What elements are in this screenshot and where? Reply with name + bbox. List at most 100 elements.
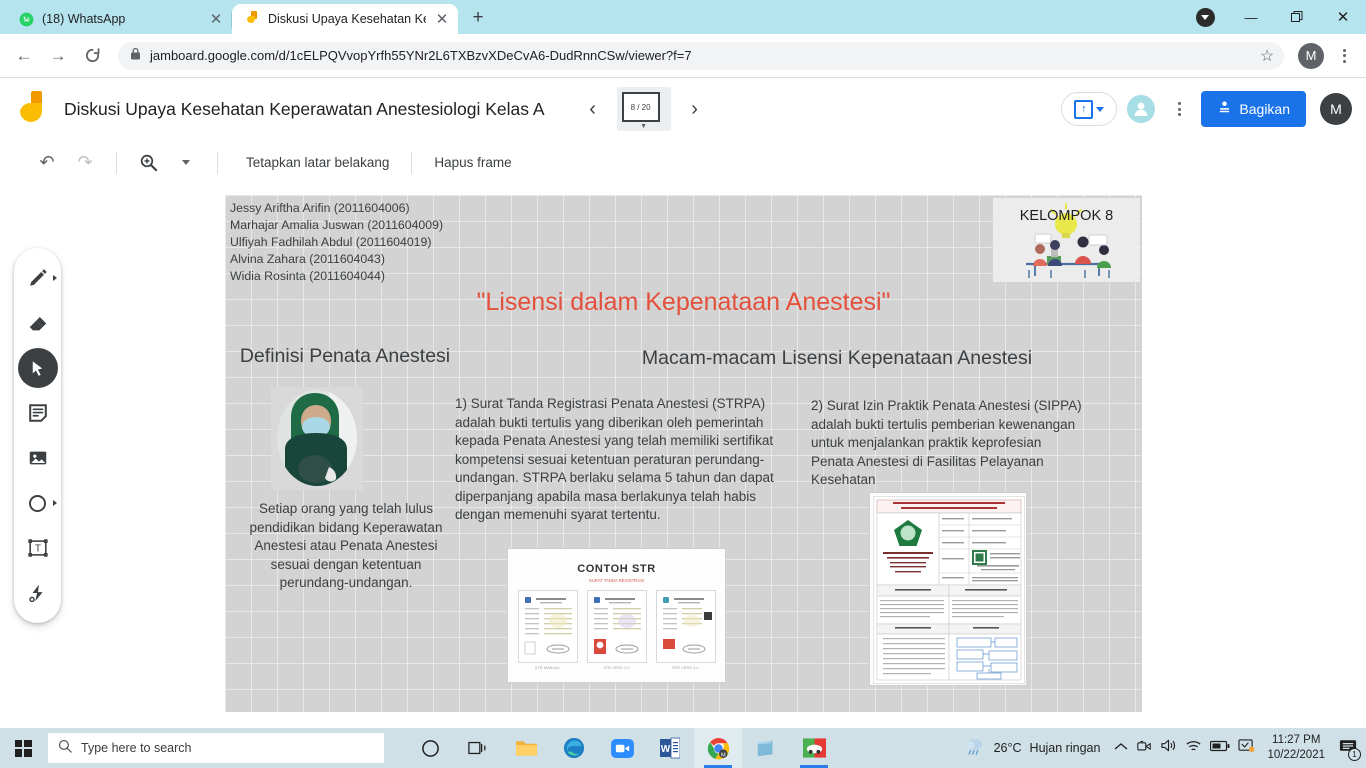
license-item-2: 2) Surat Izin Praktik Penata Anestesi (S… — [811, 398, 1082, 487]
clear-frame-button[interactable]: Hapus frame — [420, 155, 525, 170]
present-button[interactable]: ↑ — [1061, 92, 1118, 126]
clock[interactable]: 11:27 PM 10/22/2021 — [1267, 733, 1325, 763]
bookmark-star-icon[interactable]: ☆ — [1256, 45, 1278, 67]
account-avatar[interactable]: M — [1320, 93, 1352, 125]
chevron-up-icon[interactable] — [1114, 739, 1128, 757]
file-explorer-icon[interactable] — [502, 728, 550, 768]
close-window-button[interactable]: ✕ — [1320, 0, 1366, 34]
chevron-down-icon[interactable]: ▼ — [640, 123, 647, 130]
group-badge-image[interactable]: KELOMPOK 8 — [993, 198, 1140, 282]
frame-navigation: ‹ 8 / 20 ▼ › — [579, 87, 709, 131]
license-item-1: 1) Surat Tanda Registrasi Penata Anestes… — [455, 396, 774, 522]
search-icon — [58, 739, 72, 758]
list-item: Ulfiyah Fadhilah Abdul (2011604019) — [230, 235, 432, 249]
pen-tool[interactable] — [18, 258, 58, 298]
volume-icon[interactable] — [1160, 738, 1177, 758]
jamboard-tool-rail: T — [14, 248, 61, 623]
redo-button[interactable]: ↷ — [68, 146, 102, 180]
prev-frame-button[interactable]: ‹ — [579, 95, 607, 123]
jamboard-header-actions: ↑ Bagikan M — [1061, 91, 1352, 127]
svg-text:W: W — [661, 744, 671, 755]
chevron-right-icon[interactable] — [52, 275, 57, 281]
str-thumbnail-row: STR MANUAL STR VERS 1.0 STR VERS 2.0 — [508, 590, 725, 670]
svg-text:T: T — [34, 544, 40, 555]
browser-tab-strip: 18 (18) WhatsApp ✕ Diskusi Upaya Kesehat… — [0, 0, 1366, 34]
share-button[interactable]: Bagikan — [1201, 91, 1306, 127]
next-frame-button[interactable]: › — [681, 95, 709, 123]
frame-selector[interactable]: 8 / 20 ▼ — [616, 87, 671, 131]
word-icon[interactable]: W — [646, 728, 694, 768]
more-options-icon[interactable] — [1165, 93, 1193, 125]
str-image-subtitle: SURAT TANDA REGISTRASI — [588, 578, 645, 583]
str-thumbnail-caption: STR MANUAL — [534, 666, 561, 670]
close-icon[interactable]: ✕ — [208, 11, 224, 27]
zoom-dropdown-icon[interactable] — [169, 146, 203, 180]
task-view-icon[interactable] — [454, 728, 502, 768]
collaborator-avatar[interactable] — [1125, 93, 1158, 125]
str-thumbnail: STR VERS 1.0 — [586, 590, 647, 670]
start-button[interactable] — [0, 728, 46, 768]
eraser-tool[interactable] — [18, 303, 58, 343]
chrome-icon[interactable]: M — [694, 728, 742, 768]
page-title[interactable]: Diskusi Upaya Kesehatan Keperawatan Anes… — [64, 99, 545, 120]
select-tool[interactable] — [17, 348, 58, 388]
clock-date: 10/22/2021 — [1267, 749, 1325, 761]
forward-button[interactable]: → — [42, 40, 74, 72]
chevron-down-icon[interactable] — [1096, 106, 1105, 112]
svg-text:18: 18 — [23, 17, 29, 23]
left-column-heading: Definisi Penata Anestesi — [239, 345, 451, 367]
close-icon[interactable]: ✕ — [434, 11, 450, 27]
undo-button[interactable]: ↶ — [30, 146, 64, 180]
set-background-button[interactable]: Tetapkan latar belakang — [232, 155, 403, 170]
browser-tab-jamboard[interactable]: Diskusi Upaya Kesehatan Kepera ✕ — [232, 4, 458, 34]
chrome-menu-icon[interactable] — [1330, 40, 1358, 72]
shape-tool[interactable] — [18, 483, 58, 523]
windows-logo-icon — [14, 739, 32, 757]
battery-icon[interactable] — [1210, 739, 1230, 757]
toolbar-divider — [411, 151, 413, 174]
onedrive-icon[interactable] — [1238, 738, 1255, 758]
browser-tab-whatsapp[interactable]: 18 (18) WhatsApp ✕ — [6, 4, 232, 34]
jamboard-header: Diskusi Upaya Kesehatan Keperawatan Anes… — [0, 78, 1366, 140]
penata-anestesi-photo[interactable] — [271, 387, 363, 490]
jamboard-logo-icon — [14, 89, 48, 129]
contoh-str-image[interactable]: CONTOH STR SURAT TANDA REGISTRASI STR MA… — [507, 548, 726, 683]
str-image-title: CONTOH STR — [577, 563, 656, 575]
list-item: Widia Rosinta (2011604044) — [230, 269, 385, 283]
reload-button[interactable] — [76, 40, 108, 72]
edge-icon[interactable] — [550, 728, 598, 768]
browser-toolbar: ← → jamboard.google.com/d/1cELPQVvopYrfh… — [0, 34, 1366, 78]
jamboard-frame[interactable]: Jessy Ariftha Arifin (2011604006) Marhaj… — [225, 195, 1142, 712]
wifi-icon[interactable] — [1185, 739, 1202, 758]
new-tab-button[interactable]: + — [464, 4, 492, 32]
weather-icon[interactable] — [964, 737, 986, 760]
present-icon: ↑ — [1074, 99, 1094, 119]
chevron-right-icon[interactable] — [52, 500, 57, 506]
maximize-button[interactable] — [1274, 0, 1320, 34]
text-box-tool[interactable]: T — [18, 528, 58, 568]
url-text: jamboard.google.com/d/1cELPQVvopYrfh55YN… — [150, 48, 692, 63]
notepad-icon[interactable] — [742, 728, 790, 768]
cortana-icon[interactable] — [406, 728, 454, 768]
sticky-note-tool[interactable] — [18, 393, 58, 433]
notifications-icon[interactable]: 1 — [1339, 738, 1361, 761]
group-badge-label: KELOMPOK 8 — [1019, 208, 1114, 224]
lock-icon — [130, 47, 141, 65]
left-column-body: Setiap orang yang telah lulus pendidikan… — [249, 501, 443, 590]
sop-sippa-document[interactable] — [869, 492, 1027, 686]
person-lock-icon — [1217, 100, 1232, 118]
minimize-button[interactable]: — — [1228, 0, 1274, 34]
address-bar[interactable]: jamboard.google.com/d/1cELPQVvopYrfh55YN… — [118, 41, 1284, 70]
str-thumbnail-caption: STR VERS 2.0 — [672, 666, 699, 670]
camera-icon[interactable] — [1136, 738, 1152, 758]
back-button[interactable]: ← — [8, 40, 40, 72]
photos-icon[interactable] — [790, 728, 838, 768]
jamboard-icon — [244, 11, 260, 27]
avatar[interactable]: M — [1298, 42, 1324, 69]
zoom-icon[interactable] — [598, 728, 646, 768]
zoom-in-icon[interactable] — [131, 146, 165, 180]
laser-tool[interactable] — [18, 573, 58, 613]
extension-badge-icon[interactable] — [1182, 0, 1228, 34]
search-input[interactable]: Type here to search — [48, 733, 384, 763]
image-tool[interactable] — [18, 438, 58, 478]
